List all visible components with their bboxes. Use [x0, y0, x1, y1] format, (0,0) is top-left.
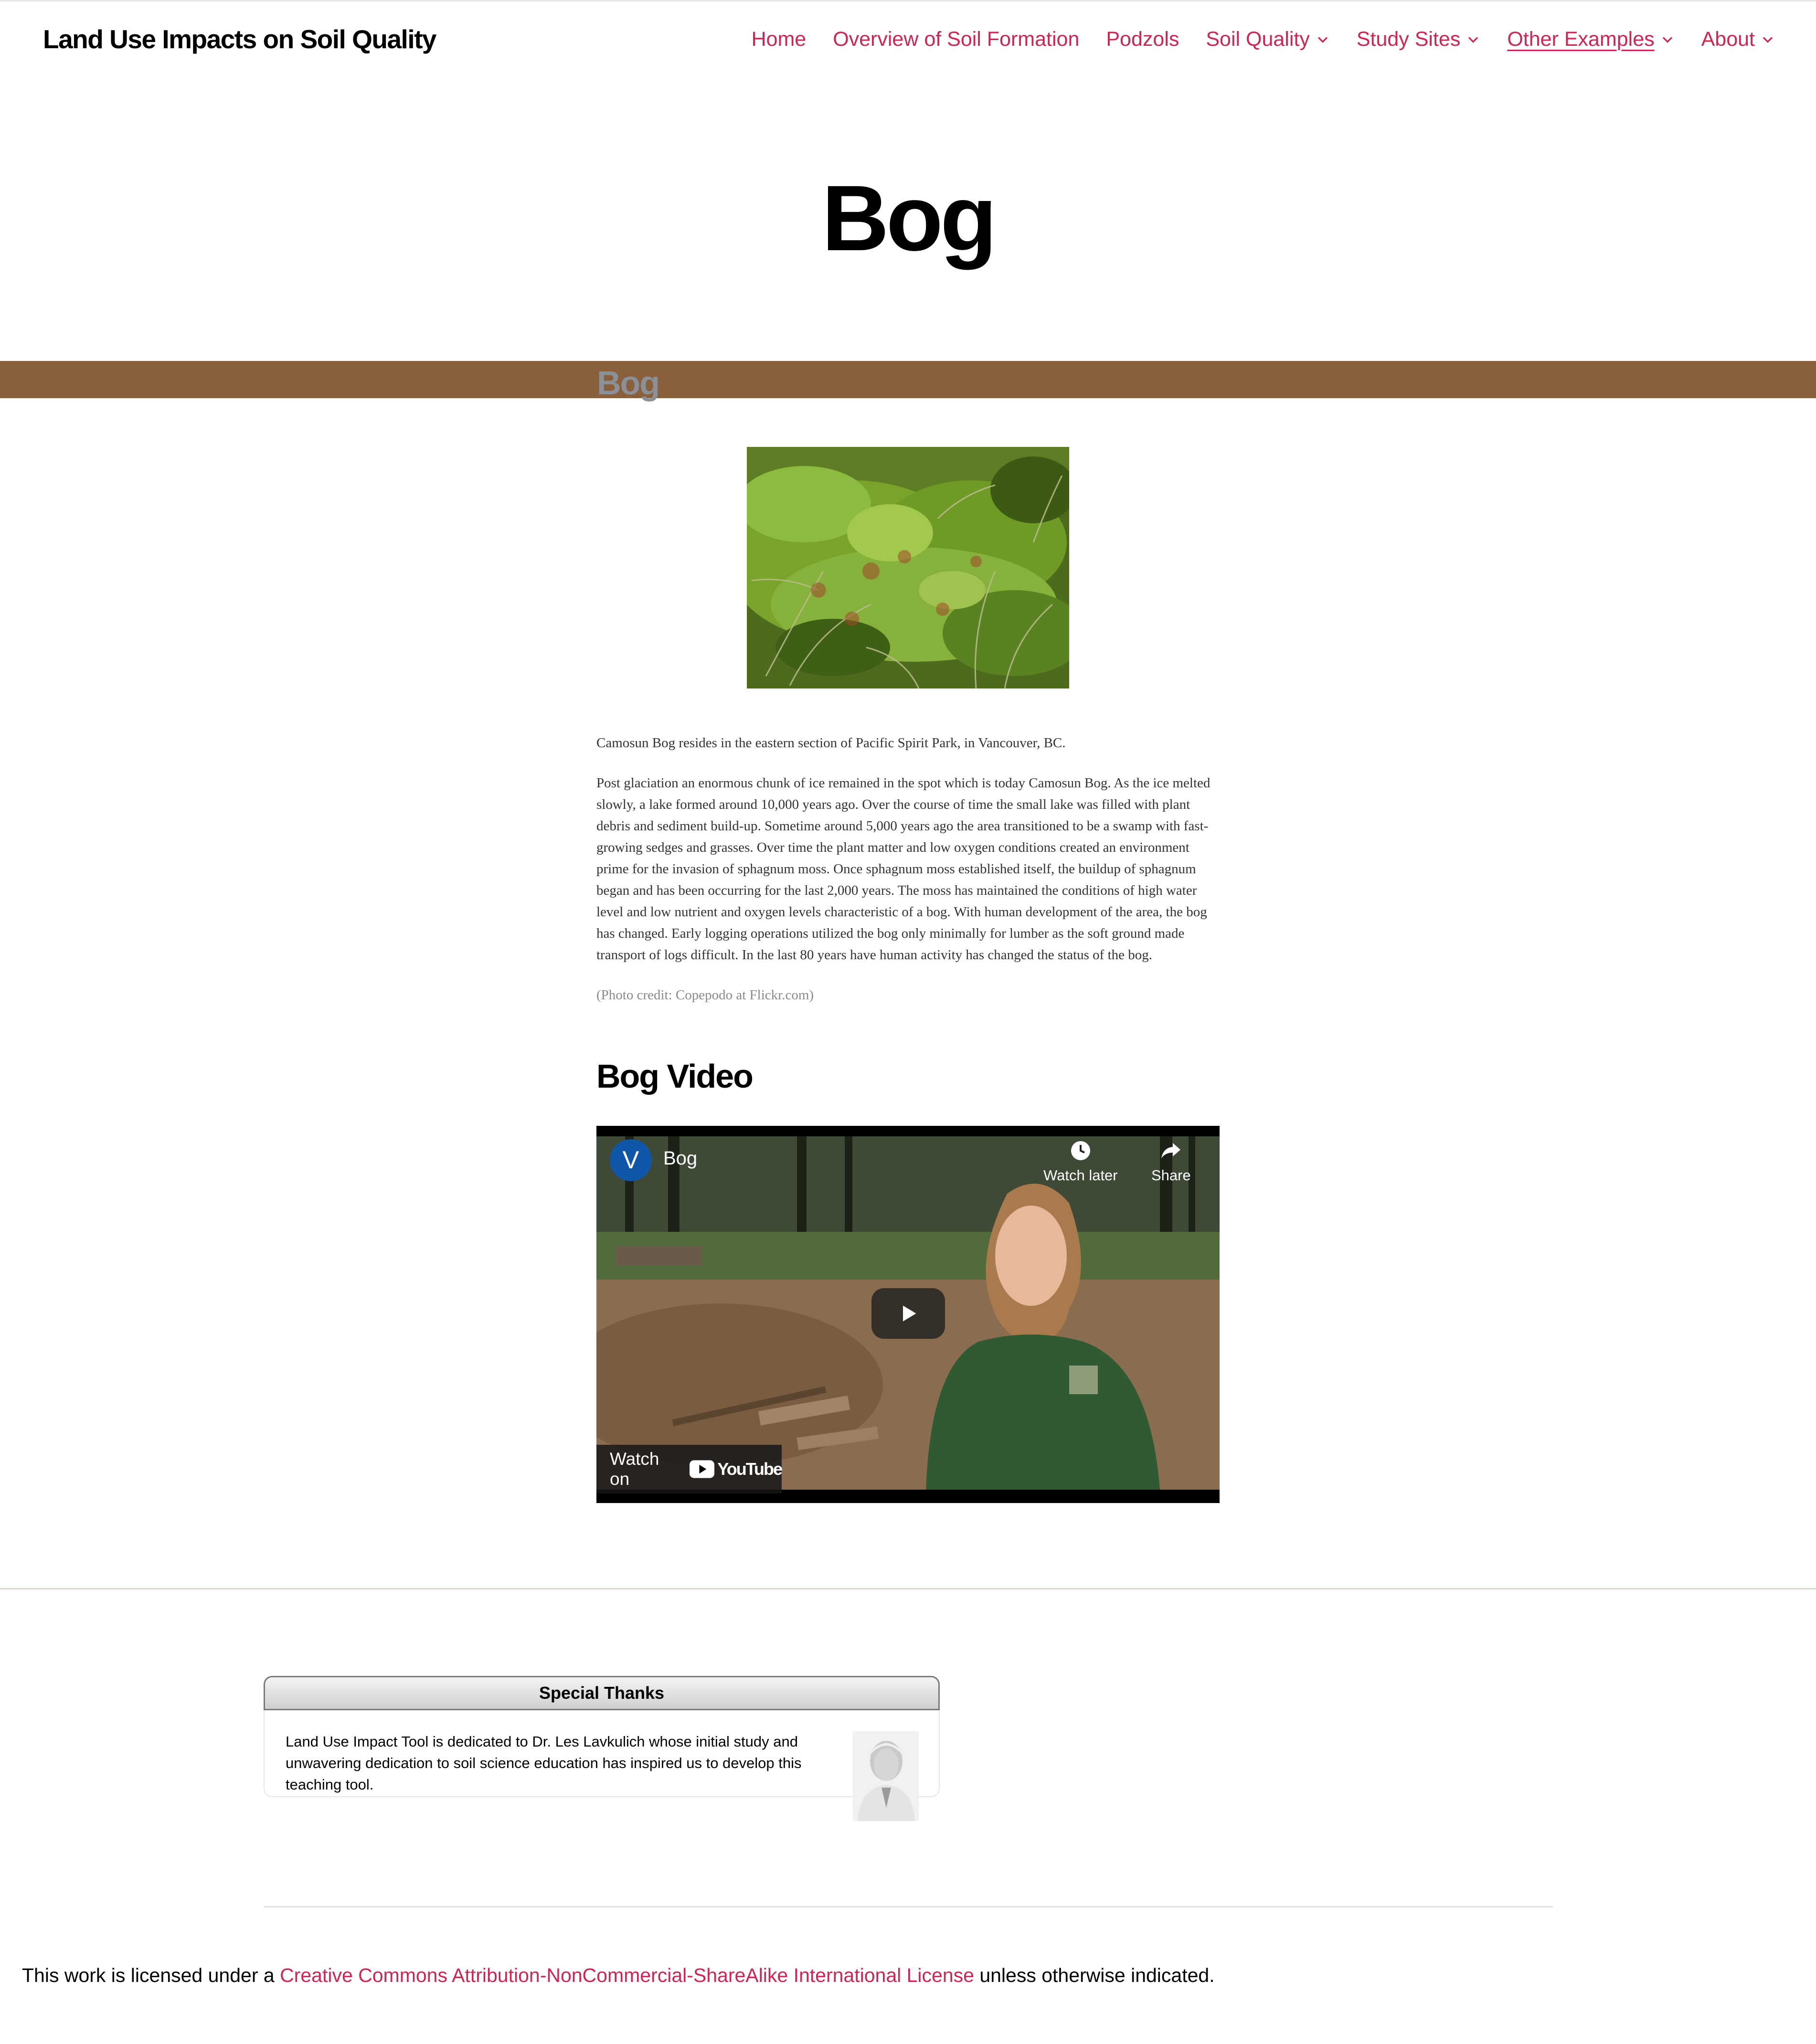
play-button[interactable]	[871, 1288, 945, 1339]
nav-label: Overview of Soil Formation	[833, 28, 1080, 51]
nav-item-other-examples[interactable]: Other Examples	[1507, 28, 1674, 51]
youtube-logo: YouTube	[690, 1459, 783, 1479]
page: Land Use Impacts on Soil Quality Home Ov…	[0, 0, 1816, 2044]
special-thanks-text: Land Use Impact Tool is dedicated to Dr.…	[286, 1733, 802, 1793]
footer-separator	[0, 1588, 1816, 1589]
site-title[interactable]: Land Use Impacts on Soil Quality	[43, 24, 437, 54]
chevron-down-icon[interactable]	[1316, 32, 1330, 47]
history-paragraph: Post glaciation an enormous chunk of ice…	[596, 775, 1211, 963]
watch-on-youtube-button[interactable]: Watch on YouTube	[596, 1445, 783, 1493]
watch-later-label: Watch later	[1043, 1167, 1118, 1184]
nav-label: Podzols	[1106, 28, 1179, 51]
video-heading: Bog Video	[596, 1058, 754, 1095]
nav-label: Home	[751, 28, 807, 51]
license-link[interactable]: Creative Commons Attribution-NonCommerci…	[280, 1964, 974, 1986]
video-embed[interactable]: V Bog Watch later Share Watch on YouTube	[596, 1126, 1220, 1503]
share-button[interactable]: Share	[1151, 1139, 1191, 1184]
channel-avatar[interactable]: V	[610, 1139, 652, 1181]
nav-item-soil-quality[interactable]: Soil Quality	[1206, 28, 1329, 51]
page-title: Bog	[821, 166, 997, 270]
watch-on-label: Watch on	[610, 1449, 659, 1489]
chevron-down-icon[interactable]	[1761, 32, 1775, 47]
clock-icon	[1071, 1141, 1090, 1160]
content-separator	[264, 1906, 1553, 1907]
section-band	[0, 361, 1816, 398]
video-title[interactable]: Bog	[663, 1148, 697, 1169]
play-icon	[903, 1305, 916, 1322]
special-thanks-header: Special Thanks	[264, 1676, 940, 1710]
nav-item-about[interactable]: About	[1701, 28, 1775, 51]
license-suffix: unless otherwise indicated.	[974, 1964, 1215, 1986]
band-heading: Bog	[597, 364, 660, 402]
photo-credit: (Photo credit: Copepodo at Flickr.com)	[596, 987, 814, 1003]
nav-label: Soil Quality	[1206, 28, 1310, 51]
portrait-photo	[853, 1731, 919, 1821]
nav-label: Study Sites	[1356, 28, 1461, 51]
top-border	[0, 0, 1816, 1]
nav-item-study-sites[interactable]: Study Sites	[1357, 28, 1481, 51]
license-notice: This work is licensed under a Creative C…	[22, 1964, 1215, 1987]
youtube-play-icon	[690, 1460, 715, 1478]
watch-later-button[interactable]: Watch later	[1043, 1139, 1118, 1184]
license-prefix: This work is licensed under a	[22, 1964, 280, 1986]
youtube-wordmark: YouTube	[717, 1459, 783, 1479]
chevron-down-icon[interactable]	[1466, 32, 1480, 47]
intro-paragraph: Camosun Bog resides in the eastern secti…	[596, 735, 1066, 751]
chevron-down-icon[interactable]	[1660, 32, 1675, 47]
share-icon	[1161, 1143, 1181, 1158]
nav-item-overview-of-soil-formation[interactable]: Overview of Soil Formation	[833, 28, 1079, 51]
nav-item-podzols[interactable]: Podzols	[1106, 28, 1179, 51]
nav-label: Other Examples	[1507, 28, 1655, 51]
bog-moss-photo	[747, 447, 1069, 688]
main-nav: Home Overview of Soil Formation Podzols …	[751, 28, 1775, 51]
share-label: Share	[1151, 1167, 1191, 1184]
nav-item-home[interactable]: Home	[751, 28, 806, 51]
nav-label: About	[1701, 28, 1755, 51]
